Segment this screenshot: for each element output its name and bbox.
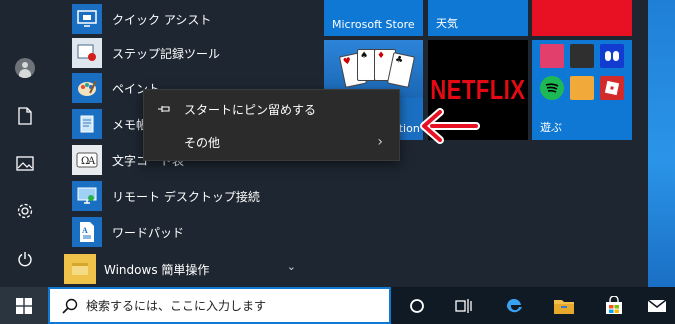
tile-label: 遊ぶ xyxy=(540,121,562,134)
menu-item-more[interactable]: その他 › xyxy=(144,125,399,159)
tile-label: Microsoft Store xyxy=(332,18,415,31)
pictures-button[interactable] xyxy=(0,141,50,185)
menu-item-label: その他 xyxy=(184,135,221,150)
netflix-logo: NETFLIX xyxy=(430,73,526,105)
app-label: ワードパッド xyxy=(112,225,185,240)
wordpad-icon: A xyxy=(72,217,102,247)
spotify-icon xyxy=(540,76,564,100)
game-icon xyxy=(570,44,594,68)
search-box[interactable] xyxy=(48,287,391,324)
steps-recorder-icon xyxy=(72,38,102,68)
paint-icon xyxy=(72,73,102,103)
app-label: クイック アシスト xyxy=(112,12,212,27)
chevron-down-icon[interactable]: ⌄ xyxy=(287,260,296,273)
app-label: ステップ記録ツール xyxy=(112,46,221,61)
start-rail xyxy=(0,0,50,287)
game-icon xyxy=(570,76,594,100)
file-explorer-icon xyxy=(554,299,574,314)
quick-assist-icon xyxy=(72,4,102,34)
pin-icon xyxy=(144,104,184,114)
windows-start-icon xyxy=(16,297,32,314)
power-icon xyxy=(18,251,32,266)
tile-microsoft-store[interactable]: Microsoft Store xyxy=(324,0,423,36)
settings-button[interactable] xyxy=(0,189,50,233)
search-icon xyxy=(62,298,78,314)
documents-button[interactable] xyxy=(0,94,50,138)
app-item-steps-recorder[interactable]: ステップ記録ツール xyxy=(72,34,220,72)
store-icon xyxy=(606,295,622,314)
cortana-button[interactable] xyxy=(393,287,441,324)
taskbar xyxy=(0,287,675,324)
store-button[interactable] xyxy=(590,287,638,324)
app-item-remote-desktop[interactable]: リモート デスクトップ接続 xyxy=(72,177,260,215)
file-explorer-button[interactable] xyxy=(540,287,588,324)
app-item-quick-assist[interactable]: クイック アシスト xyxy=(72,0,211,38)
menu-item-label: スタートにピン留めする xyxy=(184,102,317,117)
start-button[interactable] xyxy=(0,287,48,324)
menu-item-pin-to-start[interactable]: スタートにピン留めする xyxy=(144,92,399,126)
notepad-icon xyxy=(72,109,102,139)
user-account-button[interactable] xyxy=(0,46,50,90)
tile-weather[interactable]: 天気 xyxy=(428,0,528,36)
edge-icon xyxy=(506,298,522,312)
mail-button[interactable] xyxy=(638,287,675,324)
character-map-icon: ΩA xyxy=(72,145,102,175)
tile-red[interactable] xyxy=(532,0,632,36)
remote-desktop-icon xyxy=(72,181,102,211)
desktop-background xyxy=(648,0,675,287)
task-view-button[interactable] xyxy=(440,287,488,324)
task-view-icon xyxy=(455,298,472,313)
search-input[interactable] xyxy=(86,298,376,313)
cortana-icon xyxy=(410,298,424,313)
context-menu: スタートにピン留めする その他 › xyxy=(143,89,400,161)
power-button[interactable] xyxy=(0,237,50,281)
pictures-icon xyxy=(16,155,34,171)
candy-crush-icon xyxy=(540,44,564,68)
svg-text:A: A xyxy=(87,156,96,167)
edge-button[interactable] xyxy=(490,287,538,324)
mail-icon xyxy=(647,298,666,312)
document-icon xyxy=(18,107,32,125)
chevron-right-icon: › xyxy=(377,134,383,150)
roblox-icon xyxy=(600,76,624,100)
settings-gear-icon xyxy=(17,203,33,219)
annotation-arrow-icon xyxy=(420,108,480,144)
user-icon xyxy=(15,58,35,78)
folder-icon xyxy=(64,254,96,284)
tile-label: 天気 xyxy=(436,17,458,30)
group-windows-accessibility[interactable]: Windows 簡単操作 ⌄ xyxy=(64,252,314,286)
app-item-wordpad[interactable]: A ワードパッド xyxy=(72,213,184,251)
tile-play[interactable]: 遊ぶ xyxy=(532,40,632,140)
app-item-notepad[interactable]: メモ帳 xyxy=(72,105,148,143)
app-label: リモート デスクトップ接続 xyxy=(112,189,260,204)
dolby-icon xyxy=(600,44,624,68)
svg-text:A: A xyxy=(82,226,88,235)
group-label: Windows 簡単操作 xyxy=(104,262,210,277)
